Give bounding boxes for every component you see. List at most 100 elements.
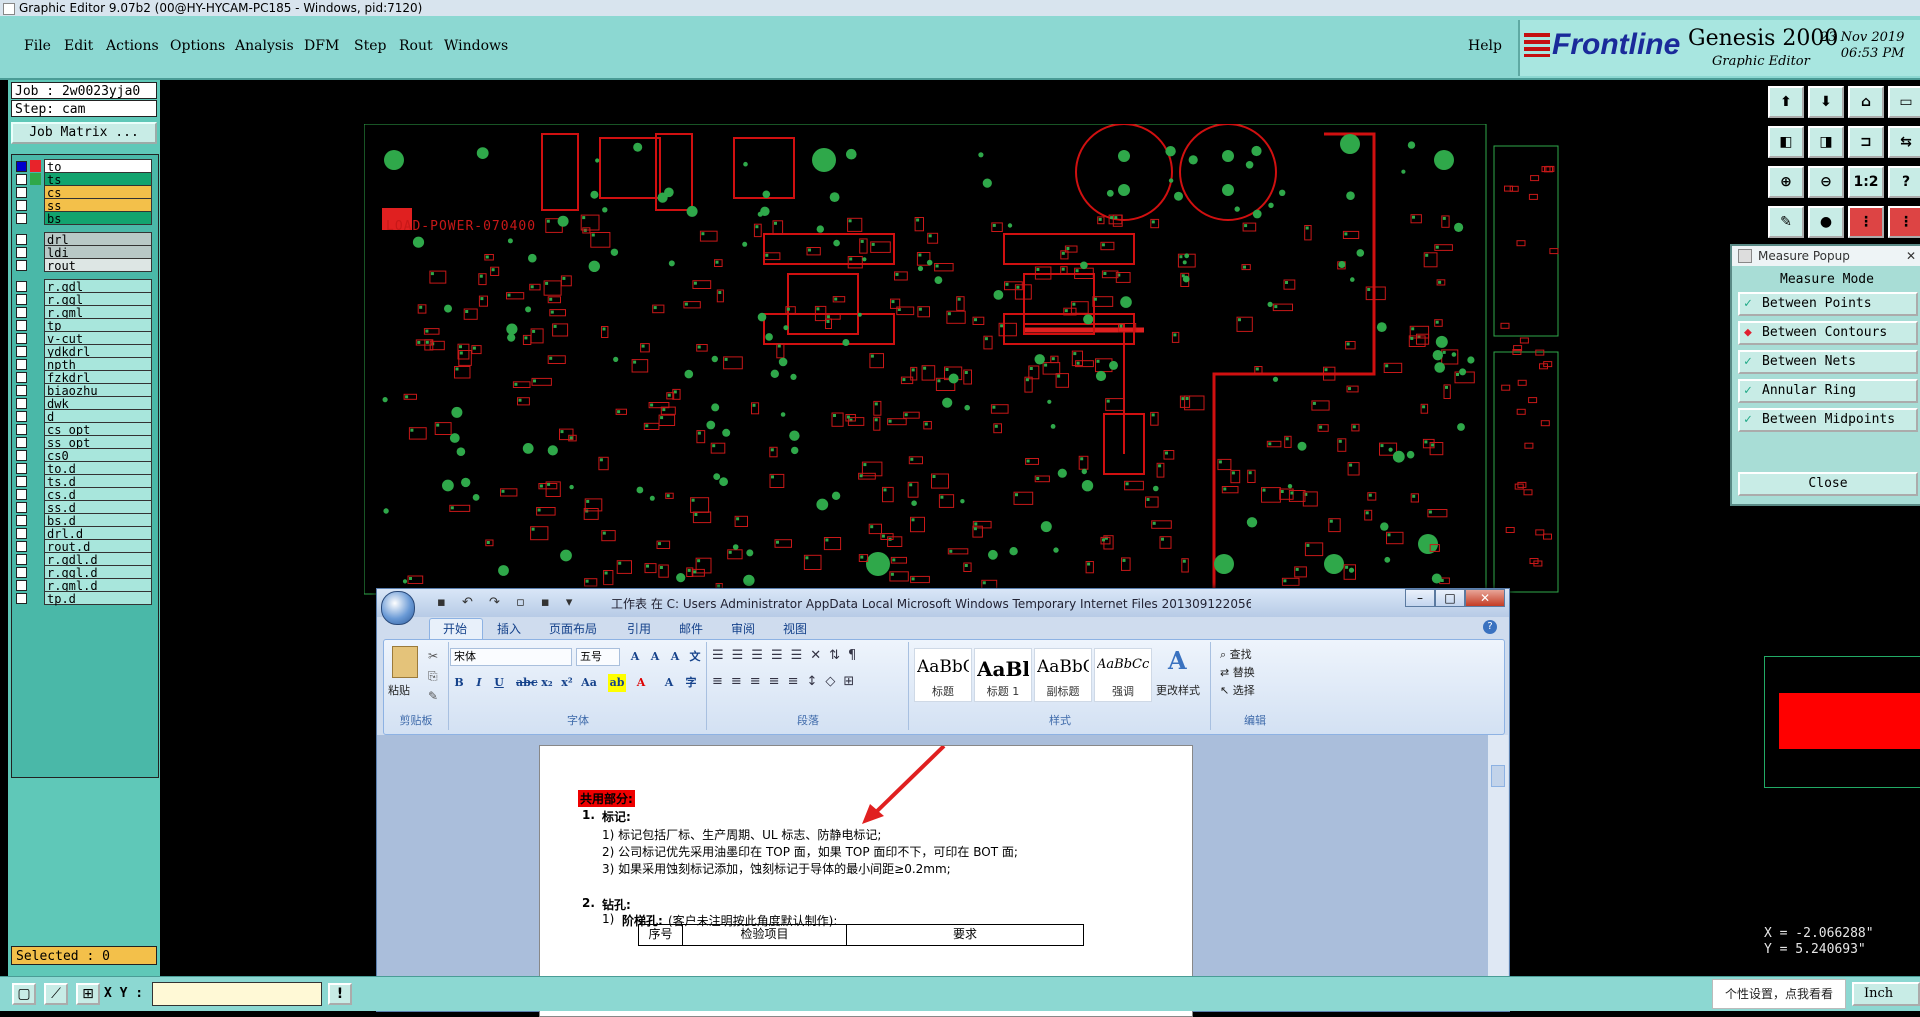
- layer-name[interactable]: ldi: [44, 245, 152, 260]
- menu-dfm[interactable]: DFM: [304, 38, 339, 54]
- layer-checkbox[interactable]: [16, 333, 27, 344]
- pan-left-icon[interactable]: ◧: [1768, 126, 1804, 158]
- layer-checkbox[interactable]: [16, 281, 27, 292]
- layer-name[interactable]: r.gml: [44, 305, 152, 320]
- measure-option-between-points[interactable]: ✓ Between Points: [1738, 292, 1918, 316]
- layer-name[interactable]: tp.d: [44, 591, 152, 606]
- layer-name[interactable]: dwk: [44, 396, 152, 411]
- tab-references[interactable]: 引用: [627, 620, 651, 637]
- layer-checkbox[interactable]: [16, 385, 27, 396]
- layer-name[interactable]: fzkdrl: [44, 370, 152, 385]
- layer-name[interactable]: rout.d: [44, 539, 152, 554]
- menu-step[interactable]: Step: [354, 38, 386, 54]
- job-matrix-button[interactable]: Job Matrix ...: [11, 122, 157, 144]
- layer-name[interactable]: d: [44, 409, 152, 424]
- change-styles-label[interactable]: 更改样式: [1156, 682, 1200, 698]
- layer-name[interactable]: ts.d: [44, 474, 152, 489]
- measure-icon[interactable]: ⋮: [1888, 206, 1920, 238]
- measure-option-between-contours[interactable]: ◆ Between Contours: [1738, 321, 1918, 345]
- menu-edit[interactable]: Edit: [64, 38, 93, 54]
- zoom-fit-icon[interactable]: ⊐: [1848, 126, 1884, 158]
- zoom-one-to-two-icon[interactable]: 1:2: [1848, 166, 1884, 198]
- home-icon[interactable]: ⌂: [1848, 86, 1884, 118]
- help-icon[interactable]: ?: [1888, 166, 1920, 198]
- layer-checkbox[interactable]: [16, 346, 27, 357]
- menu-file[interactable]: File: [24, 38, 51, 54]
- zoom-home-icon[interactable]: ⬆: [1768, 86, 1804, 118]
- tab-view[interactable]: 视图: [783, 620, 807, 637]
- alert-icon[interactable]: !: [328, 983, 352, 1005]
- layer-checkbox[interactable]: [16, 450, 27, 461]
- snap-icon[interactable]: ⟋: [44, 983, 68, 1005]
- layer-checkbox[interactable]: [16, 554, 27, 565]
- zoom-out-icon[interactable]: ⊖: [1808, 166, 1844, 198]
- layer-checkbox[interactable]: [16, 247, 27, 258]
- personalize-tooltip[interactable]: 个性设置，点我看看: [1712, 979, 1846, 1009]
- menu-rout[interactable]: Rout: [399, 38, 433, 54]
- measure-option-annular-ring[interactable]: ✓ Annular Ring: [1738, 379, 1918, 403]
- change-styles-icon[interactable]: A: [1168, 646, 1187, 675]
- font-color-icon[interactable]: A: [632, 674, 650, 692]
- tab-page-layout[interactable]: 页面布局: [549, 620, 597, 637]
- overview-panel[interactable]: [1764, 656, 1920, 788]
- strikethrough-icon[interactable]: abc: [516, 674, 538, 692]
- layer-checkbox[interactable]: [16, 528, 27, 539]
- grow-font-icon[interactable]: A: [626, 648, 644, 666]
- style-subtitle[interactable]: AaBbC 副标题: [1034, 648, 1092, 702]
- layer-name[interactable]: ss: [44, 198, 152, 213]
- layer-checkbox[interactable]: [16, 541, 27, 552]
- font-name-select[interactable]: 宋体: [450, 648, 572, 666]
- settings-icon[interactable]: ✎: [1768, 206, 1804, 238]
- layer-name[interactable]: bs.d: [44, 513, 152, 528]
- underline-icon[interactable]: U: [490, 674, 508, 692]
- xy-input[interactable]: [152, 982, 322, 1006]
- layer-name[interactable]: ts: [44, 172, 152, 187]
- layer-checkbox[interactable]: [16, 489, 27, 500]
- layer-name[interactable]: v-cut: [44, 331, 152, 346]
- menu-options[interactable]: Options: [170, 38, 225, 54]
- layer-name[interactable]: to: [44, 159, 152, 174]
- grid-icon[interactable]: ⊞: [76, 983, 100, 1005]
- layer-name[interactable]: r.ggl: [44, 292, 152, 307]
- select-button[interactable]: ↖ 选择: [1220, 682, 1255, 698]
- style-heading-1[interactable]: AaBl 标题 1: [974, 648, 1032, 702]
- subscript-icon[interactable]: x₂: [538, 674, 556, 692]
- superscript-icon[interactable]: x²: [558, 674, 576, 692]
- layer-name[interactable]: r.gml.d: [44, 578, 152, 593]
- layer-checkbox[interactable]: [16, 307, 27, 318]
- layer-checkbox[interactable]: [16, 502, 27, 513]
- layer-name[interactable]: cs0: [44, 448, 152, 463]
- vertical-scrollbar[interactable]: [1487, 735, 1508, 1011]
- highlight-icon[interactable]: ab: [608, 674, 626, 692]
- layer-name[interactable]: drl: [44, 232, 152, 247]
- layer-checkbox[interactable]: [16, 411, 27, 422]
- layer-checkbox[interactable]: [16, 476, 27, 487]
- layer-name[interactable]: cs.d: [44, 487, 152, 502]
- layer-name[interactable]: to.d: [44, 461, 152, 476]
- char-shading-icon[interactable]: A: [660, 674, 678, 692]
- layer-checkbox[interactable]: [16, 593, 27, 604]
- layer-name[interactable]: r.gdl: [44, 279, 152, 294]
- layer-checkbox[interactable]: [16, 398, 27, 409]
- replace-button[interactable]: ⇄ 替换: [1220, 664, 1255, 680]
- phonetic-icon[interactable]: 文: [686, 648, 704, 666]
- layer-name[interactable]: cs: [44, 185, 152, 200]
- bold-icon[interactable]: B: [450, 674, 468, 692]
- layer-checkbox[interactable]: [16, 260, 27, 271]
- layer-checkbox[interactable]: [16, 463, 27, 474]
- italic-icon[interactable]: I: [470, 674, 488, 692]
- layer-name[interactable]: ss.d: [44, 500, 152, 515]
- pan-down-icon[interactable]: ⬇: [1808, 86, 1844, 118]
- style-emphasis[interactable]: AaBbCcDd 强调: [1094, 648, 1152, 702]
- layer-checkbox[interactable]: [16, 200, 27, 211]
- layer-name[interactable]: r.gdl.d: [44, 552, 152, 567]
- layer-checkbox[interactable]: [16, 161, 27, 172]
- clipboard-small-icons[interactable]: ✂ ⎘ ✎: [428, 646, 438, 706]
- measure-option-between-nets[interactable]: ✓ Between Nets: [1738, 350, 1918, 374]
- pan-right-icon[interactable]: ◨: [1808, 126, 1844, 158]
- net-icon[interactable]: ⋮: [1848, 206, 1884, 238]
- layer-checkbox[interactable]: [16, 567, 27, 578]
- minimize-icon[interactable]: –: [1405, 589, 1435, 607]
- unit-selector[interactable]: Inch: [1852, 982, 1920, 1006]
- clear-format-icon[interactable]: A: [666, 648, 684, 666]
